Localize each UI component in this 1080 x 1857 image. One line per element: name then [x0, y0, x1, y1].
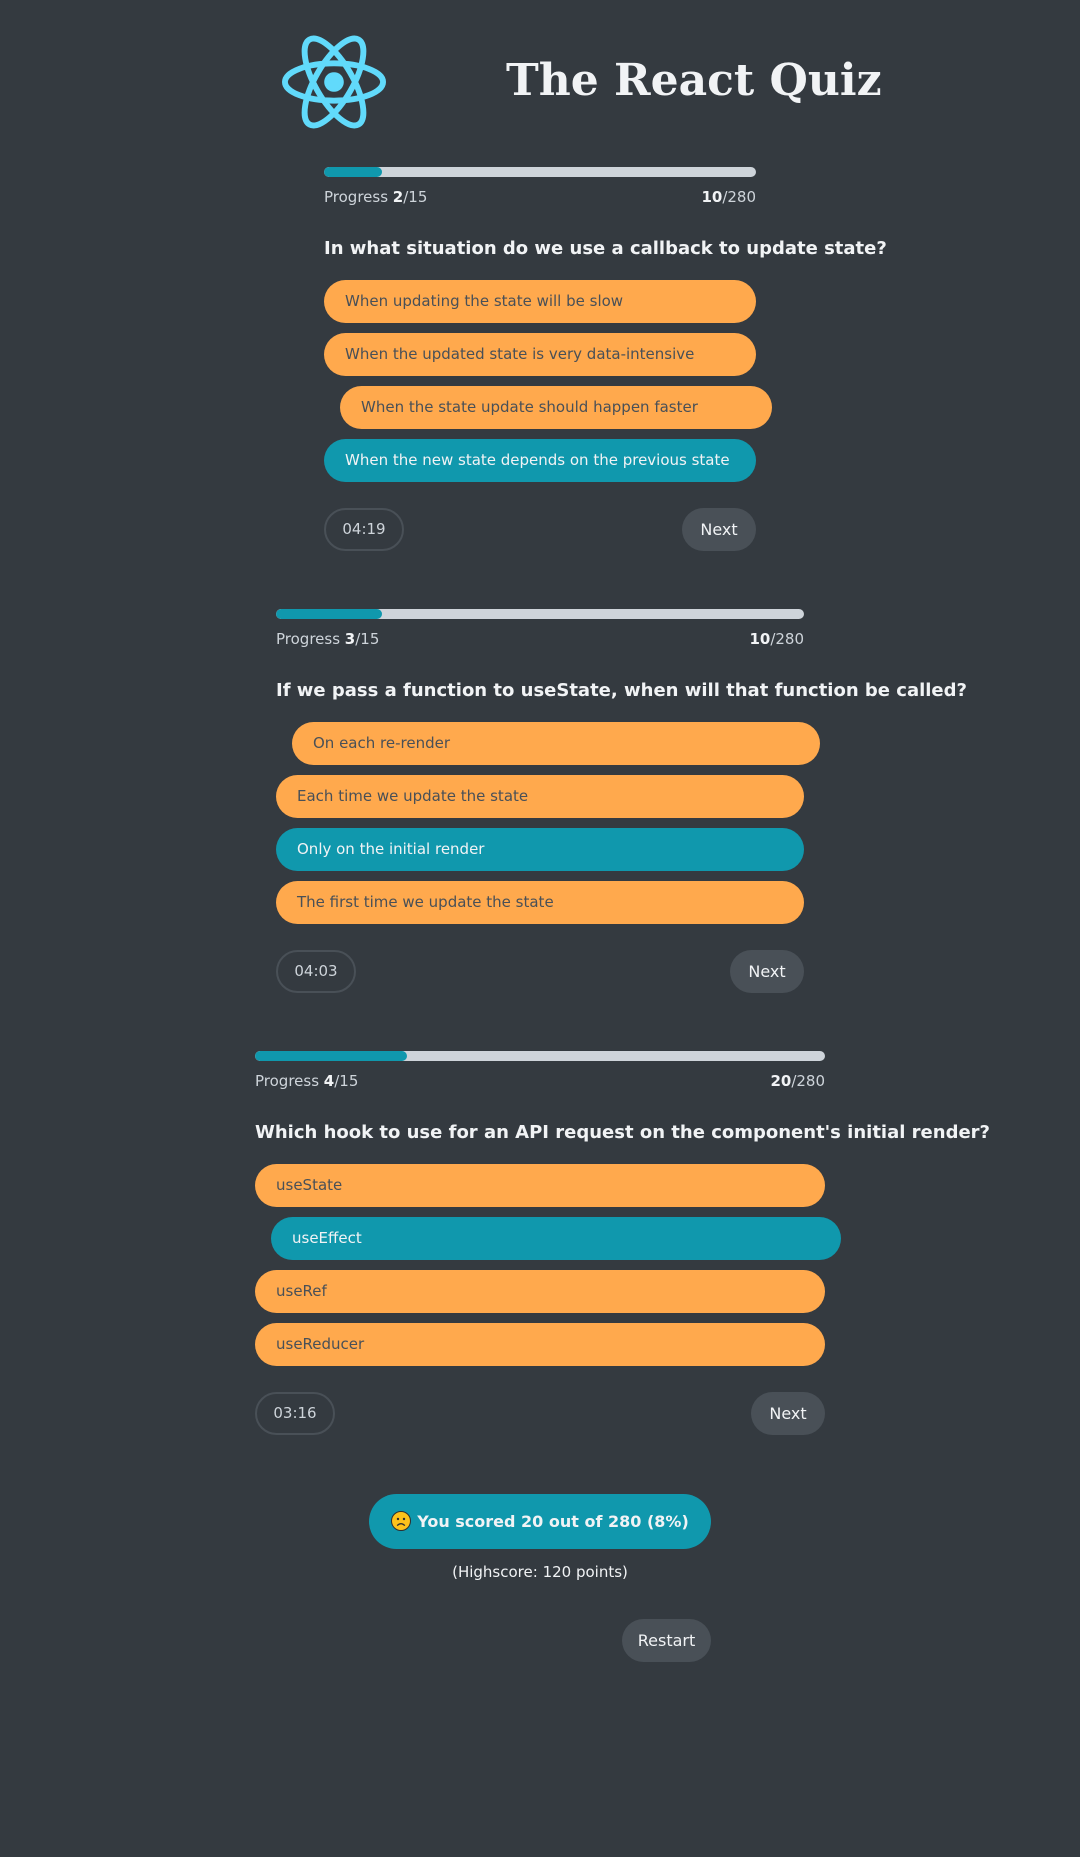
next-button[interactable]: Next — [730, 950, 804, 993]
answer-option-selected[interactable]: When the state update should happen fast… — [340, 386, 772, 429]
progress-info: Progress 2/15 10/280 — [324, 187, 756, 207]
progress-current: 3 — [344, 630, 356, 648]
progress-label: Progress — [276, 630, 341, 648]
next-button[interactable]: Next — [682, 508, 756, 551]
progress-fill — [276, 609, 382, 619]
points-display: 20/280 — [770, 1071, 825, 1091]
react-atom-icon — [282, 35, 386, 129]
highscore-text: (Highscore: 120 points) — [452, 1563, 628, 1581]
question-text: In what situation do we use a callback t… — [324, 238, 887, 259]
quiz-panel: Progress 4/15 20/280 Which hook to use f… — [255, 1051, 990, 1436]
app-header: The React Quiz — [280, 30, 882, 134]
timer: 04:03 — [276, 950, 356, 993]
score-result: You scored 20 out of 280 (8%) — [369, 1494, 711, 1549]
answer-option[interactable]: useRef — [255, 1270, 825, 1313]
points-value: 10 — [749, 630, 771, 648]
answer-option[interactable]: Each time we update the state — [276, 775, 804, 818]
progress-fill — [255, 1051, 408, 1061]
app-title: The React Quiz — [506, 55, 882, 106]
answer-option[interactable]: When the updated state is very data-inte… — [324, 333, 756, 376]
progress-label: Progress — [255, 1072, 320, 1090]
answer-option-correct[interactable]: useEffect — [271, 1217, 841, 1260]
points-display: 10/280 — [701, 187, 756, 207]
answer-option-correct[interactable]: When the new state depends on the previo… — [324, 439, 756, 482]
points-max: /280 — [722, 188, 756, 206]
answer-option[interactable]: The first time we update the state — [276, 881, 804, 924]
progress-current: 4 — [323, 1072, 335, 1090]
progress-total: /15 — [355, 630, 380, 648]
points-max: /280 — [791, 1072, 825, 1090]
question-text: Which hook to use for an API request on … — [255, 1122, 990, 1143]
progress-info: Progress 3/15 10/280 — [276, 629, 804, 649]
question-text: If we pass a function to useState, when … — [276, 680, 967, 701]
timer: 03:16 — [255, 1392, 335, 1435]
quiz-panel: Progress 3/15 10/280 If we pass a functi… — [276, 609, 967, 994]
progress-current: 2 — [392, 188, 404, 206]
points-value: 10 — [701, 188, 723, 206]
answer-option[interactable]: useState — [255, 1164, 825, 1207]
points-value: 20 — [770, 1072, 792, 1090]
frowning-face-icon — [391, 1511, 412, 1531]
score-points: 20 — [521, 1512, 544, 1531]
progress-info: Progress 4/15 20/280 — [255, 1071, 825, 1091]
progress-fill — [324, 167, 382, 177]
progress-bar — [324, 167, 756, 177]
progress-bar — [276, 609, 804, 619]
points-display: 10/280 — [749, 629, 804, 649]
restart-button[interactable]: Restart — [622, 1619, 711, 1662]
timer: 04:19 — [324, 508, 404, 551]
answer-option[interactable]: When updating the state will be slow — [324, 280, 756, 323]
quiz-panel: Progress 2/15 10/280 In what situation d… — [324, 167, 887, 552]
answer-option-correct[interactable]: Only on the initial render — [276, 828, 804, 871]
progress-bar — [255, 1051, 825, 1061]
score-prefix: You scored — [417, 1512, 516, 1531]
progress-label: Progress — [324, 188, 389, 206]
score-suffix: out of 280 (8%) — [548, 1512, 689, 1531]
next-button[interactable]: Next — [751, 1392, 825, 1435]
points-max: /280 — [770, 630, 804, 648]
progress-total: /15 — [334, 1072, 359, 1090]
answer-option[interactable]: useReducer — [255, 1323, 825, 1366]
progress-total: /15 — [403, 188, 428, 206]
answer-option-selected[interactable]: On each re-render — [292, 722, 820, 765]
